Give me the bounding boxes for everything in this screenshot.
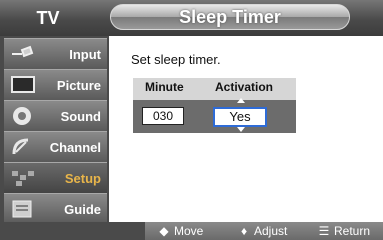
- minute-field[interactable]: 030: [142, 107, 184, 125]
- satellite-dish-icon: [12, 138, 29, 155]
- sidebar-item-input[interactable]: Input: [4, 38, 107, 69]
- title-pill: Sleep Timer: [110, 4, 350, 30]
- adjust-down-icon[interactable]: [237, 127, 245, 132]
- speaker-icon: [13, 107, 31, 125]
- return-help: ☰ Return: [317, 222, 370, 240]
- adjust-help: ♦ Adjust: [237, 222, 287, 240]
- activation-field[interactable]: Yes: [213, 107, 267, 127]
- menu-frame: TV Sleep Timer Input Picture Sound Chann…: [0, 0, 383, 240]
- page-title: Sleep Timer: [179, 7, 281, 27]
- bottom-bar: ◆ Move ♦ Adjust ☰ Return: [0, 222, 383, 240]
- sidebar: Input Picture Sound Channel Setup Guide: [0, 36, 109, 224]
- sidebar-item-setup[interactable]: Setup: [4, 162, 107, 193]
- sidebar-item-label: Sound: [60, 109, 101, 124]
- help-bar: ◆ Move ♦ Adjust ☰ Return: [145, 222, 383, 240]
- return-icon: ☰: [318, 224, 330, 238]
- sidebar-item-label: Guide: [64, 202, 101, 217]
- sidebar-item-sound[interactable]: Sound: [4, 100, 107, 131]
- value-row: 030 Yes: [133, 98, 296, 133]
- move-help: ◆ Move: [157, 222, 203, 240]
- column-minute-header: Minute: [145, 80, 184, 94]
- sidebar-item-label: Channel: [49, 140, 101, 155]
- sidebar-item-picture[interactable]: Picture: [4, 69, 107, 100]
- setup-grid-icon: [12, 171, 34, 186]
- instruction-text: Set sleep timer.: [131, 52, 221, 67]
- input-plug-icon: [12, 45, 34, 58]
- sidebar-item-label: Input: [69, 47, 101, 62]
- adjust-label: Adjust: [254, 224, 288, 238]
- return-label: Return: [334, 224, 371, 238]
- adjust-arrows-icon: ♦: [240, 224, 248, 238]
- column-activation-header: Activation: [215, 80, 274, 94]
- sidebar-item-guide[interactable]: Guide: [4, 193, 107, 224]
- picture-screen-icon: [11, 76, 35, 93]
- top-bar: TV Sleep Timer: [0, 0, 383, 36]
- sidebar-item-label: Setup: [64, 171, 101, 186]
- tv-label: TV: [36, 8, 60, 28]
- content-panel: Set sleep timer. Minute Activation 030 Y…: [109, 36, 383, 222]
- guide-book-icon: [12, 200, 32, 218]
- sleep-timer-table: Minute Activation 030 Yes: [133, 78, 296, 133]
- move-arrows-icon: ◆: [159, 224, 169, 238]
- move-label: Move: [174, 224, 204, 238]
- sidebar-item-label: Picture: [56, 78, 101, 93]
- sidebar-item-channel[interactable]: Channel: [4, 131, 107, 162]
- bottom-left-slab: [0, 222, 145, 240]
- adjust-up-icon[interactable]: [237, 98, 245, 103]
